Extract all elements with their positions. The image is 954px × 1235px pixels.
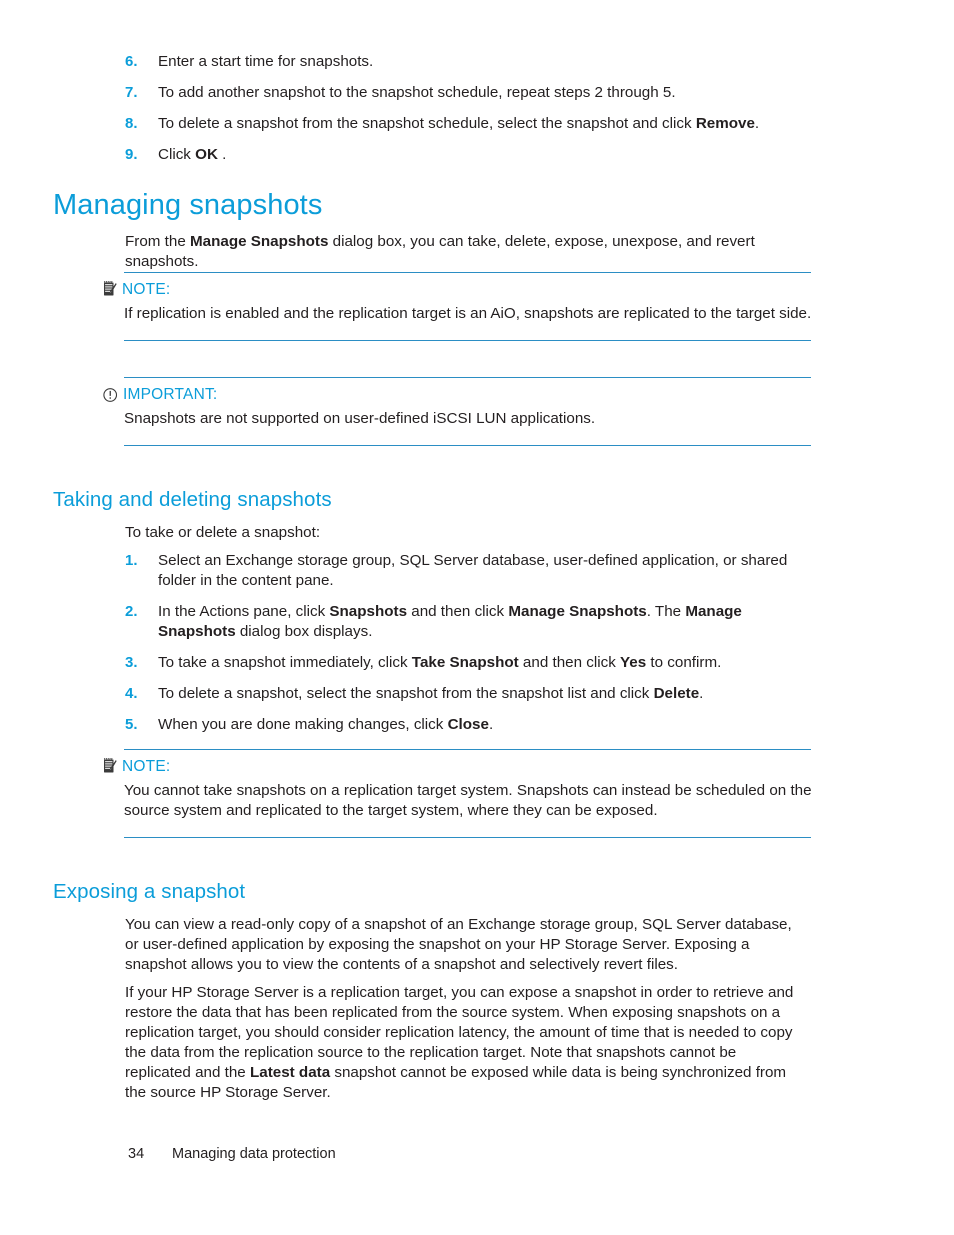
list-text-part1: When you are done making changes, click [158,716,448,733]
list-number: 1. [125,552,138,569]
document-page: 6. Enter a start time for snapshots. 7. … [0,0,954,1235]
admonition-rule-bottom [124,340,811,341]
list-number: 2. [125,603,138,620]
list-text-bold1: Delete [653,685,700,702]
list-text-bold: OK [195,146,218,163]
list-item: 5. When you are done making changes, cli… [125,715,825,735]
list-text-part2: . [488,716,494,733]
heading-taking-deleting-snapshots: Taking and deleting snapshots [53,488,332,511]
list-number: 4. [125,685,138,702]
important-icon [103,387,118,403]
list-item: 8. To delete a snapshot from the snapsho… [125,114,825,134]
list-text: To delete a snapshot, select the snapsho… [158,684,703,704]
list-number: 7. [125,84,138,101]
important-label: IMPORTANT: [123,386,218,403]
admonition-header: NOTE: [103,280,954,299]
important-admonition-1: IMPORTANT: Snapshots are not supported o… [0,377,954,446]
list-text: When you are done making changes, click … [158,715,493,735]
list-number: 6. [125,53,138,70]
page-footer: 34 Managing data protection [128,1145,336,1163]
taking-numbered-list: 1. Select an Exchange storage group, SQL… [125,551,825,746]
list-item: 3. To take a snapshot immediately, click… [125,653,825,673]
admonition-header: IMPORTANT: [103,385,954,404]
list-text-part1: Select an Exchange storage group, SQL Se… [158,552,788,589]
list-number: 3. [125,654,138,671]
note-body: You cannot take snapshots on a replicati… [124,782,812,819]
list-text-bold1: Close [447,716,489,733]
admonition-rule-top [124,749,811,750]
list-text-part1: To delete a snapshot, select the snapsho… [158,685,654,702]
exposing-text-bold: Latest data [249,1064,331,1081]
footer-page-number: 34 [128,1146,145,1162]
list-text-part4: dialog box displays. [235,623,373,640]
list-item: 9. Click OK . [125,145,825,165]
list-item: 4. To delete a snapshot, select the snap… [125,684,825,704]
list-item: 1. Select an Exchange storage group, SQL… [125,551,825,591]
list-text: To take a snapshot immediately, click Ta… [158,653,721,673]
list-text: To add another snapshot to the snapshot … [158,83,676,103]
list-number: 9. [125,146,138,163]
note-label: NOTE: [122,758,171,775]
list-text-part3: to confirm. [646,654,722,671]
admonition-header: NOTE: [103,757,954,776]
intro-text-bold: Manage Snapshots [190,233,329,250]
list-text: Click OK . [158,145,226,165]
admonition-rule-bottom [124,837,811,838]
list-text-bold1: Take Snapshot [411,654,519,671]
list-text-part1: In the Actions pane, click [158,603,330,620]
exposing-paragraph-1: You can view a read-only copy of a snaps… [125,916,792,973]
list-number: 5. [125,716,138,733]
list-text: To delete a snapshot from the snapshot s… [158,114,759,134]
list-text-part3: . The [646,603,686,620]
admonition-rule-bottom [124,445,811,446]
list-text-before: Enter a start time for snapshots. [158,53,374,70]
footer-chapter-title: Managing data protection [172,1146,336,1162]
list-text: In the Actions pane, click Snapshots and… [158,602,808,642]
intro-text-before: From the [125,233,190,250]
list-text-bold1: Snapshots [329,603,408,620]
note-label: NOTE: [122,281,171,298]
list-item: 6. Enter a start time for snapshots. [125,52,825,72]
list-text-before: To delete a snapshot from the snapshot s… [158,115,696,132]
list-text-part2: and then click [407,603,509,620]
list-item: 7. To add another snapshot to the snapsh… [125,83,825,103]
note-admonition-1: NOTE: If replication is enabled and the … [0,272,954,341]
list-text-bold2: Yes [620,654,647,671]
list-text-part1: To take a snapshot immediately, click [158,654,412,671]
taking-intro-text: To take or delete a snapshot: [125,524,321,541]
list-text: Enter a start time for snapshots. [158,52,373,72]
managing-snapshots-intro: From the Manage Snapshots dialog box, yo… [125,232,801,272]
admonition-rule-top [124,377,811,378]
list-text-part2: and then click [518,654,621,671]
exposing-paragraph-2: If your HP Storage Server is a replicati… [125,983,801,1103]
list-number: 8. [125,115,138,132]
list-text-after: . [754,115,760,132]
heading-managing-snapshots: Managing snapshots [53,189,323,221]
list-text: Select an Exchange storage group, SQL Se… [158,551,808,591]
list-text-before: Click [158,146,196,163]
note-icon [103,757,117,774]
list-text-bold: Remove [695,115,755,132]
note-body: If replication is enabled and the replic… [124,305,812,322]
note-icon [103,280,117,297]
note-admonition-2: NOTE: You cannot take snapshots on a rep… [0,749,954,838]
list-text-before: To add another snapshot to the snapshot … [158,84,676,101]
list-text-part2: . [699,685,704,702]
important-body: Snapshots are not supported on user-defi… [124,410,596,427]
list-text-bold2: Manage Snapshots [508,603,647,620]
top-numbered-list: 6. Enter a start time for snapshots. 7. … [125,52,825,176]
list-text-after: . [217,146,227,163]
admonition-rule-top [124,272,811,273]
heading-exposing-a-snapshot: Exposing a snapshot [53,880,246,903]
list-item: 2. In the Actions pane, click Snapshots … [125,602,825,642]
